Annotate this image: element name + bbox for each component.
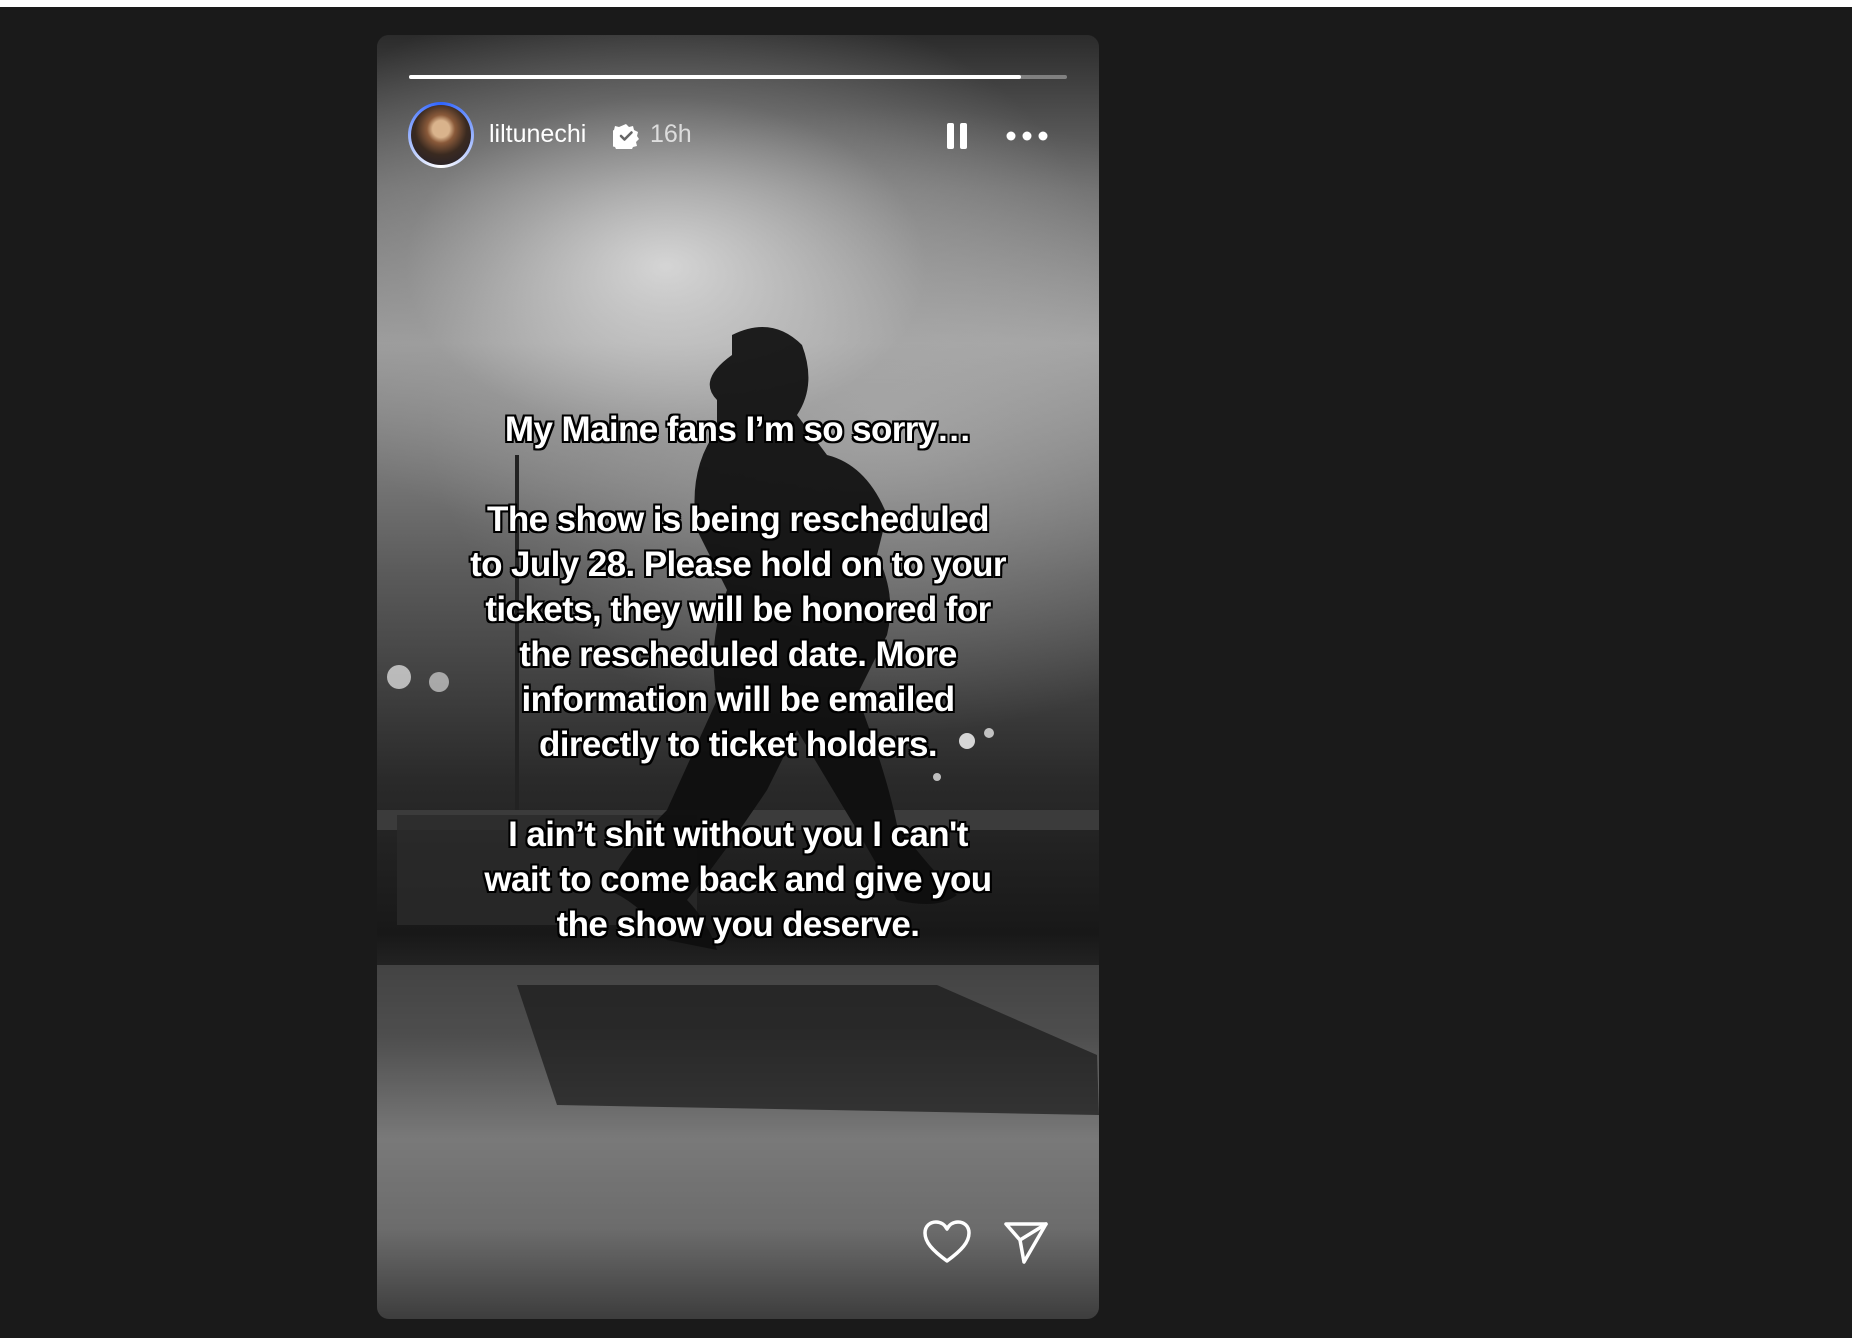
- story-progress-bar: [409, 75, 1067, 79]
- heart-icon[interactable]: [922, 1219, 972, 1265]
- caption-line: information will be emailed: [521, 680, 955, 719]
- pause-icon[interactable]: [944, 121, 970, 151]
- story-progress-fill: [409, 75, 1021, 79]
- top-edge: [0, 0, 1852, 7]
- caption-line: I ain’t shit without you I can't: [508, 815, 968, 854]
- more-options-icon[interactable]: [1005, 125, 1049, 147]
- avatar[interactable]: [408, 102, 474, 168]
- avatar-image: [411, 105, 471, 165]
- caption-line: tickets, they will be honored for: [485, 590, 991, 629]
- caption-line: wait to come back and give you: [484, 860, 992, 899]
- caption-line: My Maine fans I’m so sorry…: [504, 410, 972, 449]
- story-viewer[interactable]: liltunechi 16h My Maine fans I’m so sorr…: [377, 35, 1099, 1319]
- caption-line: to July 28. Please hold on to your: [470, 545, 1006, 584]
- story-caption: My Maine fans I’m so sorry… The show is …: [417, 407, 1059, 947]
- send-icon[interactable]: [1002, 1220, 1050, 1266]
- post-time: 16h: [650, 120, 692, 148]
- username[interactable]: liltunechi: [489, 120, 586, 149]
- caption-line: the show you deserve.: [556, 905, 920, 944]
- caption-line: The show is being rescheduled: [487, 500, 989, 539]
- caption-line: the rescheduled date. More: [519, 635, 957, 674]
- caption-line: directly to ticket holders.: [538, 725, 938, 764]
- verified-badge-icon: [613, 124, 639, 149]
